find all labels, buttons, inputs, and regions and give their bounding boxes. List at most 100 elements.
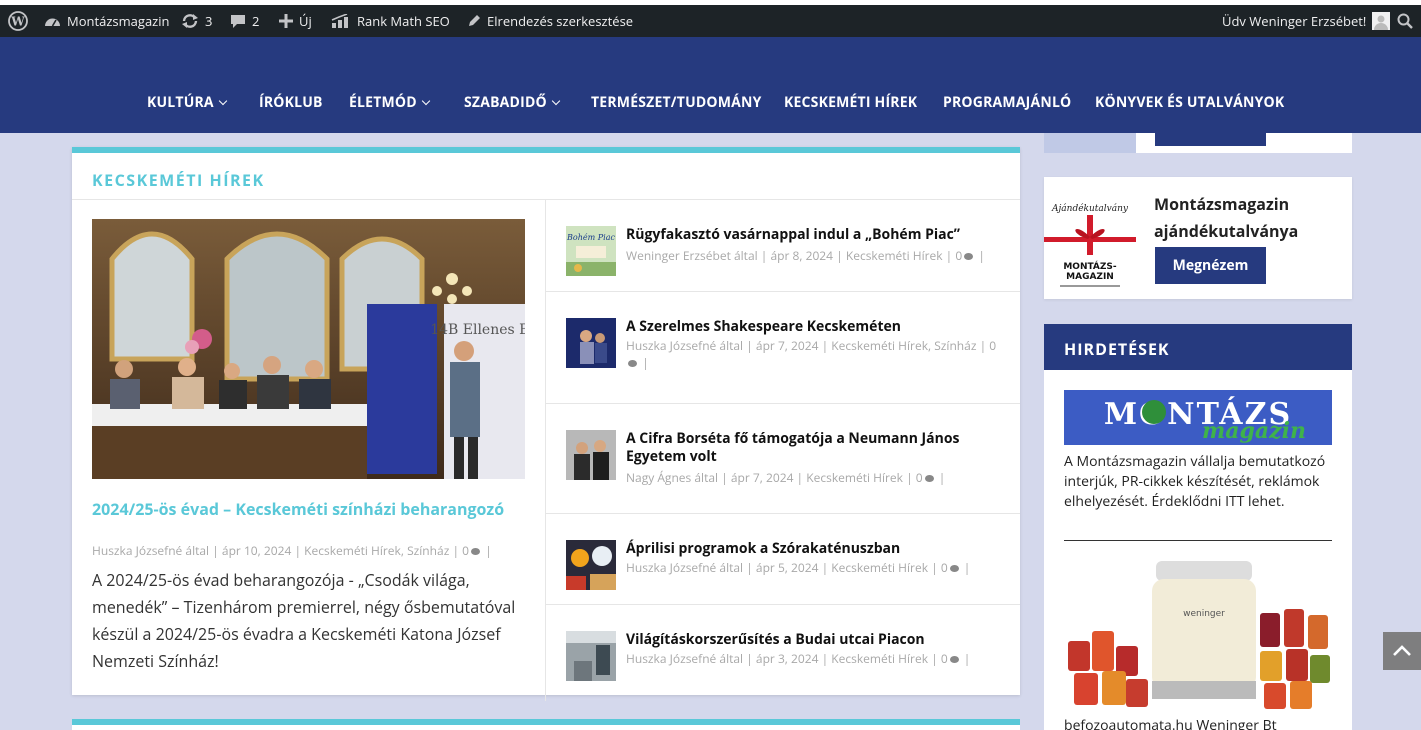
rank-math-label: Rank Math SEO	[357, 12, 450, 30]
comment-icon	[628, 360, 637, 368]
post-title[interactable]: Áprilisi programok a Szórakaténuszban	[626, 540, 996, 558]
user-greeting: Üdv Weninger Erzsébet!	[1222, 12, 1367, 30]
nav-item-irouklub[interactable]: ÍRÓKLUB	[259, 93, 323, 112]
post-thumbnail[interactable]	[566, 631, 616, 681]
news-section-card: KECSKEMÉTI HÍREK 14B Ellenes Bá	[72, 147, 1020, 701]
featured-image[interactable]: 14B Ellenes Bá	[92, 219, 525, 479]
comment-icon	[949, 656, 959, 664]
comments-link[interactable]: 2	[230, 5, 259, 37]
svg-text:MAGAZIN: MAGAZIN	[1066, 272, 1114, 282]
updates-count: 3	[205, 12, 213, 30]
avatar	[1372, 12, 1391, 30]
post-meta-text: Nagy Ágnes által | ápr 7, 2024 | Kecskem…	[626, 469, 923, 486]
dashboard-gauge-icon	[45, 18, 60, 27]
post-title[interactable]: A Szerelmes Shakespeare Kecskeméten	[626, 318, 996, 336]
nav-label: TERMÉSZET/TUDOMÁNY	[591, 93, 762, 112]
nav-label: ÍRÓKLUB	[259, 93, 323, 112]
pencil-icon	[469, 15, 480, 26]
post-thumbnail[interactable]: Bohém Piac	[566, 226, 616, 276]
ads-widget: HIRDETÉSEK MONTÁZS magazin A Montázsmaga…	[1044, 324, 1352, 730]
view-voucher-button[interactable]: Megnézem	[1155, 247, 1266, 284]
svg-text:W: W	[10, 15, 25, 29]
post-meta: Nagy Ágnes által | ápr 7, 2024 | Kecskem…	[626, 469, 946, 486]
post-title[interactable]: Rügyfakasztó vasárnappal indul a „Bohém …	[626, 226, 996, 244]
nav-item-eletmod[interactable]: ÉLETMÓD	[349, 93, 431, 112]
thumbnail-text: Bohém Piac	[566, 233, 615, 242]
widget-image[interactable]	[1044, 133, 1136, 153]
chevron-down-icon	[218, 96, 228, 105]
nav-item-kultura[interactable]: KULTÚRA	[147, 93, 228, 112]
voucher-widget: Ajándékutalvány MONTÁZS- MAGAZIN Montázs…	[1044, 177, 1352, 299]
nav-label: KECSKEMÉTI HÍREK	[784, 93, 918, 112]
product-image[interactable]: weninger	[1064, 551, 1332, 711]
nav-item-termeszet-tudomany[interactable]: TERMÉSZET/TUDOMÁNY	[591, 93, 762, 112]
featured-post-excerpt: A 2024/25-ös évad beharangozója - „Csodá…	[92, 569, 516, 672]
nav-label: KULTÚRA	[147, 93, 214, 112]
voucher-title: Montázsmagazin ajándékutalványa	[1154, 193, 1299, 242]
nav-item-szabadido[interactable]: SZABADIDŐ	[464, 93, 561, 112]
user-account-link[interactable]: Üdv Weninger Erzsébet!	[1222, 5, 1391, 37]
updates-link[interactable]: 3	[181, 5, 212, 37]
product-caption[interactable]: befozoautomata.hu Weninger Bt	[1064, 716, 1344, 730]
post-meta: Huszka Józsefné által | ápr 5, 2024 | Ke…	[626, 559, 971, 576]
featured-post-meta: Huszka Józsefné által | ápr 10, 2024 | K…	[92, 542, 492, 559]
comment-icon	[471, 548, 481, 556]
ads-description: A Montázsmagazin vállalja bemutatkozó in…	[1064, 452, 1326, 511]
edit-layout-label: Elrendezés szerkesztése	[487, 12, 634, 30]
featured-post-title[interactable]: 2024/25-ös évad – Kecskeméti színházi be…	[92, 499, 525, 520]
site-name: Montázsmagazin	[67, 12, 170, 30]
image-banner-text: 14B Ellenes Bá	[430, 322, 525, 338]
widget-button[interactable]	[1155, 133, 1266, 146]
search-icon[interactable]	[1397, 5, 1413, 37]
nav-item-kecskemeti-hirek[interactable]: KECSKEMÉTI HÍREK	[784, 93, 917, 112]
new-content-link[interactable]: Új	[279, 5, 312, 37]
list-item: Bohém Piac Rügyfakasztó vasárnappal indu…	[546, 200, 1020, 292]
post-title[interactable]: Világításkorszerűsítés a Budai utcai Pia…	[626, 631, 996, 649]
voucher-script-text: Ajándékutalvány	[1051, 203, 1129, 214]
next-section-card	[72, 719, 1020, 730]
list-item: A Szerelmes Shakespeare Kecskeméten Husz…	[546, 292, 1020, 404]
main-navigation: KULTÚRA ÍRÓKLUB ÉLETMÓD SZABADIDŐ TERMÉS…	[0, 37, 1421, 133]
nav-label: PROGRAMAJÁNLÓ	[943, 93, 1072, 112]
list-item: Világításkorszerűsítés a Budai utcai Pia…	[546, 605, 1020, 701]
back-to-top-button[interactable]	[1383, 632, 1421, 670]
nav-label: KÖNYVEK ÉS UTALVÁNYOK	[1095, 93, 1285, 112]
post-title[interactable]: A Cifra Borséta fő támogatója a Neumann …	[626, 430, 996, 466]
post-thumbnail[interactable]	[566, 430, 616, 480]
main-menu: KULTÚRA ÍRÓKLUB ÉLETMÓD SZABADIDŐ TERMÉS…	[0, 93, 1421, 117]
post-meta: Weninger Erzsébet által | ápr 8, 2024 | …	[626, 247, 985, 264]
rank-math-chart-icon	[331, 14, 348, 28]
sidebar-widget-partial	[1044, 133, 1352, 153]
section-title[interactable]: KECSKEMÉTI HÍREK	[92, 169, 265, 191]
nav-item-programajanlo[interactable]: PROGRAMAJÁNLÓ	[943, 93, 1071, 112]
comment-bubble-icon	[231, 14, 245, 28]
new-label: Új	[299, 12, 312, 30]
chevron-up-icon	[1393, 645, 1411, 656]
comment-icon	[949, 565, 959, 573]
banner-sub-text: magazin	[1202, 418, 1306, 444]
admin-bar: W Montázsmagazin 3 2 Új Rank Math SEO El…	[0, 0, 1421, 37]
list-item: Áprilisi programok a Szórakaténuszban Hu…	[546, 514, 1020, 605]
post-meta: Huszka Józsefné által | ápr 3, 2024 | Ke…	[626, 650, 971, 667]
post-thumbnail[interactable]	[566, 318, 616, 368]
post-meta-text: Weninger Erzsébet által | ápr 8, 2024 | …	[626, 247, 963, 264]
post-meta-text: Huszka Józsefné által | ápr 3, 2024 | Ke…	[626, 650, 948, 667]
post-meta: Huszka Józsefné által | ápr 7, 2024 | Ke…	[626, 337, 997, 371]
product-brand-text: weninger	[1183, 609, 1225, 619]
comment-icon	[924, 475, 934, 483]
comment-icon	[964, 253, 974, 261]
voucher-image[interactable]: Ajándékutalvány MONTÁZS- MAGAZIN	[1044, 193, 1136, 293]
rank-math-link[interactable]: Rank Math SEO	[331, 5, 450, 37]
nav-item-konyvek-es-utalvanyok[interactable]: KÖNYVEK ÉS UTALVÁNYOK	[1095, 93, 1284, 112]
edit-layout-link[interactable]: Elrendezés szerkesztése	[467, 5, 633, 37]
wordpress-logo-icon[interactable]: W	[8, 5, 28, 37]
montazs-banner[interactable]: MONTÁZS magazin	[1064, 390, 1332, 445]
post-thumbnail[interactable]	[566, 540, 616, 590]
ads-title: HIRDETÉSEK	[1044, 324, 1352, 370]
post-meta-text: Huszka Józsefné által | ápr 10, 2024 | K…	[92, 542, 470, 559]
site-name-link[interactable]: Montázsmagazin	[44, 5, 170, 37]
updates-icon	[182, 14, 198, 28]
post-meta-text: Huszka Józsefné által | ápr 7, 2024 | Ke…	[626, 337, 997, 354]
post-meta-text: Huszka Józsefné által | ápr 5, 2024 | Ke…	[626, 559, 948, 576]
svg-text:MONTÁZS-: MONTÁZS-	[1063, 260, 1117, 272]
